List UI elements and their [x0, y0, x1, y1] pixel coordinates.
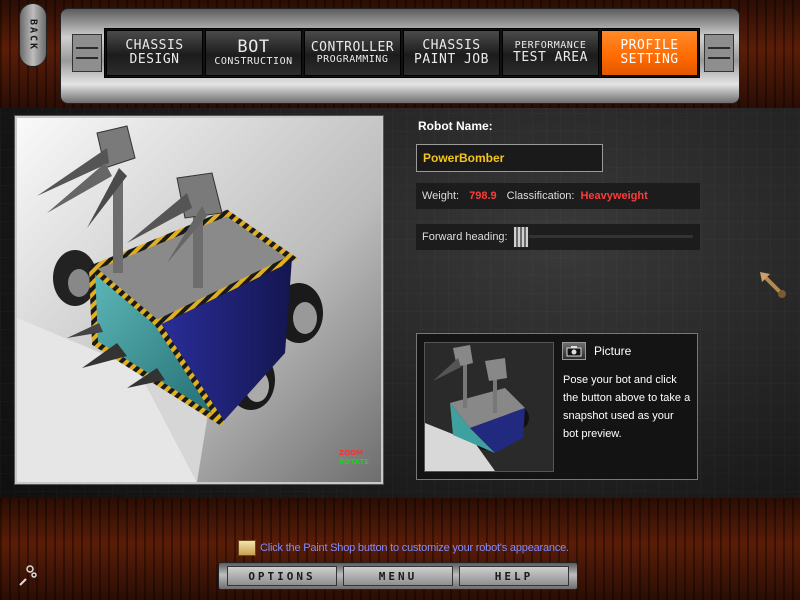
tab-label-line1: BOT: [237, 36, 270, 57]
slider-thumb[interactable]: [513, 226, 529, 248]
settings-dots-icon[interactable]: [16, 563, 40, 589]
tip-text: Click the Paint Shop button to customize…: [260, 542, 569, 554]
options-button[interactable]: OPTIONS: [227, 566, 337, 586]
robot-3d-viewport[interactable]: ZOOM ROTATE: [15, 116, 383, 484]
zoom-rotate-hint: ZOOM ROTATE: [339, 449, 369, 467]
top-nav-tabs: CHASSIS DESIGN BOT CONSTRUCTION CONTROLL…: [104, 28, 700, 78]
tab-label-line1: CHASSIS: [422, 38, 481, 54]
help-button[interactable]: HELP: [459, 566, 569, 586]
nav-clamp-right: [704, 34, 734, 72]
tab-label-line2: PROGRAMMING: [316, 53, 389, 65]
robot-stats-row: Weight: 798.9 Classification: Heavyweigh…: [416, 183, 700, 209]
tab-controller-programming[interactable]: CONTROLLER PROGRAMMING: [304, 30, 401, 76]
picture-title: Picture: [594, 344, 632, 358]
classification-value: Heavyweight: [580, 190, 648, 202]
tab-label-line2: SETTING: [620, 52, 679, 67]
tab-chassis-design[interactable]: CHASSIS DESIGN: [106, 30, 203, 76]
tab-label-line1: PROFILE: [620, 38, 679, 54]
robot-render: [17, 118, 381, 482]
bot-preview-thumbnail: [424, 342, 554, 472]
forward-heading-label: Forward heading:: [422, 231, 508, 243]
weight-label: Weight:: [422, 190, 460, 202]
tab-label-line1: CHASSIS: [125, 38, 184, 54]
tab-profile-setting[interactable]: PROFILE SETTING: [601, 30, 698, 76]
tab-performance-test-area[interactable]: PERFORMANCE TEST AREA: [502, 30, 599, 76]
back-button-label: BACK: [27, 18, 39, 52]
rotate-label: ROTATE: [339, 458, 370, 466]
picture-description: Pose your bot and click the button above…: [563, 374, 691, 440]
tab-label-line1: CONTROLLER: [310, 39, 395, 55]
nav-clamp-left: [72, 34, 102, 72]
menu-button[interactable]: MENU: [343, 566, 453, 586]
robot-name-label: Robot Name:: [418, 119, 493, 133]
bottom-menu-bar: OPTIONS MENU HELP: [218, 562, 578, 590]
forward-heading-slider[interactable]: [513, 226, 693, 248]
rotate-arrow-icon[interactable]: [758, 270, 788, 300]
paint-shop-tip-icon: [238, 540, 256, 556]
robot-name-field[interactable]: PowerBomber: [416, 144, 603, 172]
tab-label-line2: DESIGN: [129, 52, 180, 67]
slider-track: [513, 235, 693, 238]
tab-chassis-paint-job[interactable]: CHASSIS PAINT JOB: [403, 30, 500, 76]
weight-value: 798.9: [469, 190, 497, 202]
back-button[interactable]: BACK: [19, 3, 47, 67]
classification-label: Classification:: [506, 190, 575, 202]
camera-button[interactable]: [562, 342, 586, 360]
camera-icon: [566, 346, 582, 357]
tab-label-line2: CONSTRUCTION: [214, 55, 293, 67]
tab-label-line2: PAINT JOB: [414, 52, 489, 67]
tab-label-line2: TEST AREA: [513, 50, 588, 66]
zoom-label: ZOOM: [339, 449, 363, 457]
tab-bot-construction[interactable]: BOT CONSTRUCTION: [205, 30, 302, 76]
